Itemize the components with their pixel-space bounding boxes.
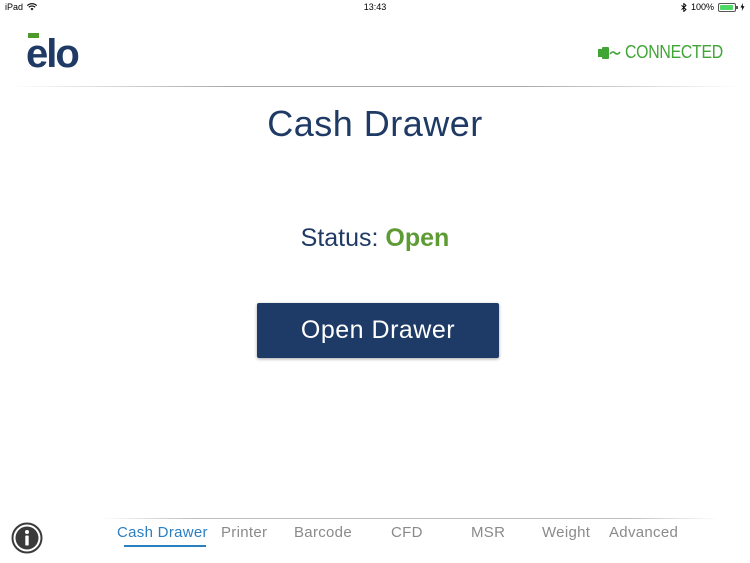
tabs-divider xyxy=(100,518,720,519)
header-divider xyxy=(10,86,740,87)
status-label: Status: xyxy=(300,224,386,252)
plug-icon xyxy=(597,46,621,59)
battery-percent: 100% xyxy=(690,2,714,12)
tab-bar: Cash Drawer Printer Barcode CFD MSR Weig… xyxy=(0,524,750,554)
active-tab-indicator xyxy=(124,545,206,547)
drawer-status: Status: Open xyxy=(0,224,750,253)
open-drawer-button[interactable]: Open Drawer xyxy=(257,303,499,358)
battery-icon xyxy=(718,2,738,12)
ios-status-bar: iPad 13:43 100% xyxy=(0,0,750,16)
logo-accent-bar xyxy=(28,33,39,38)
tab-cash-drawer[interactable]: Cash Drawer xyxy=(117,524,208,541)
tab-printer[interactable]: Printer xyxy=(221,524,267,541)
tab-advanced[interactable]: Advanced xyxy=(609,524,678,541)
logo-text: elo xyxy=(26,32,80,76)
connection-status: CONNECTED xyxy=(597,42,736,63)
tab-cfd[interactable]: CFD xyxy=(391,524,423,541)
tab-barcode[interactable]: Barcode xyxy=(294,524,352,541)
charging-icon xyxy=(740,3,745,11)
connection-label: CONNECTED xyxy=(624,42,723,62)
tab-msr[interactable]: MSR xyxy=(471,524,505,541)
battery-tip xyxy=(736,5,738,9)
tab-weight[interactable]: Weight xyxy=(542,524,590,541)
status-time: 13:43 xyxy=(363,2,387,12)
battery-fill xyxy=(720,4,733,10)
status-bar-right: 100% xyxy=(681,2,745,12)
page-title: Cash Drawer xyxy=(267,103,483,144)
status-value: Open xyxy=(385,224,450,252)
elo-logo: elo xyxy=(26,28,88,76)
bluetooth-icon xyxy=(681,2,687,12)
